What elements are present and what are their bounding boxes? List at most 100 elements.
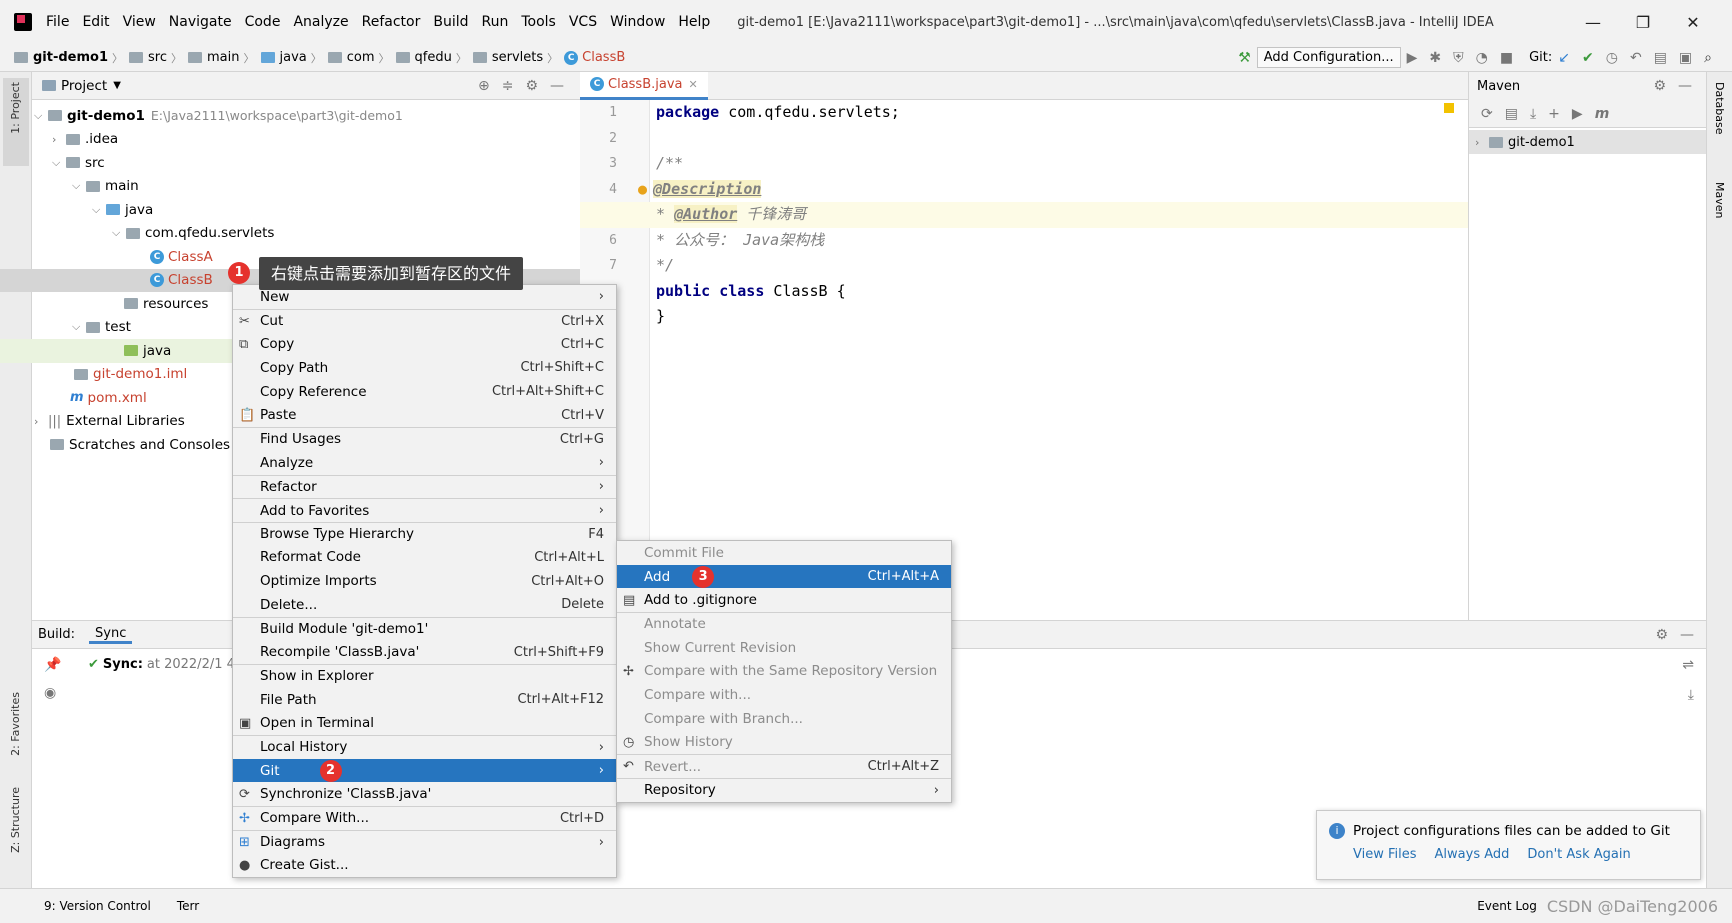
run-icon[interactable]: ▶ bbox=[1407, 50, 1418, 66]
git-commit-icon[interactable]: ✔ bbox=[1582, 50, 1594, 66]
menu-help[interactable]: Help bbox=[678, 14, 710, 30]
menu-window[interactable]: Window bbox=[610, 14, 665, 30]
git-show-history[interactable]: ◷ Show History bbox=[617, 731, 951, 755]
pin-icon[interactable]: 📌 bbox=[44, 657, 61, 673]
restore-icon[interactable]: ❐ bbox=[1618, 13, 1668, 32]
git-add[interactable]: Add 3 Ctrl+Alt+A bbox=[617, 564, 951, 589]
favorites-tool-tab[interactable]: 2: Favorites bbox=[9, 692, 22, 756]
database-tool-tab[interactable]: Database bbox=[1713, 82, 1726, 135]
git-history-icon[interactable]: ◷ bbox=[1606, 50, 1618, 66]
git-commit-file[interactable]: Commit File bbox=[617, 541, 951, 565]
menu-item-add-favorites[interactable]: Add to Favorites › bbox=[233, 498, 616, 522]
breadcrumb-java[interactable]: java bbox=[280, 50, 307, 65]
structure-tool-tab[interactable]: Z: Structure bbox=[9, 787, 22, 853]
menu-code[interactable]: Code bbox=[245, 14, 281, 30]
breadcrumb-servlets[interactable]: servlets bbox=[492, 50, 543, 65]
gear-icon[interactable]: ⚙ bbox=[1655, 627, 1668, 643]
debug-icon[interactable]: ✱ bbox=[1429, 50, 1441, 66]
menu-item-paste[interactable]: 📋 Paste Ctrl+V bbox=[233, 403, 616, 427]
scroll-end-icon[interactable]: ⤓ bbox=[1688, 687, 1694, 703]
coverage-icon[interactable]: ⛨ bbox=[1453, 50, 1464, 66]
maven-root-item[interactable]: › git-demo1 bbox=[1469, 130, 1706, 154]
maven-goal-icon[interactable]: m bbox=[1595, 106, 1610, 122]
menu-item-analyze[interactable]: Analyze › bbox=[233, 451, 616, 475]
download-icon[interactable]: ⤓ bbox=[1530, 106, 1536, 122]
close-icon[interactable]: ✕ bbox=[1668, 13, 1718, 32]
menu-refactor[interactable]: Refactor bbox=[362, 14, 421, 30]
terminal-tab[interactable]: Terr bbox=[177, 899, 199, 913]
project-tool-tab[interactable]: 1: Project bbox=[9, 82, 22, 134]
tree-item-src[interactable]: ⌵ src bbox=[32, 151, 580, 175]
eye-icon[interactable]: ◉ bbox=[44, 685, 56, 701]
menu-item-compare-with[interactable]: ✢ Compare With... Ctrl+D bbox=[233, 806, 616, 830]
menu-item-copy-reference[interactable]: Copy Reference Ctrl+Alt+Shift+C bbox=[233, 380, 616, 404]
breadcrumb-classb[interactable]: ClassB bbox=[582, 50, 625, 65]
build-hammer-icon[interactable]: ⚒ bbox=[1238, 50, 1251, 66]
gear-icon[interactable]: ⚙ bbox=[1653, 78, 1666, 94]
tree-item-project[interactable]: ⌵ git-demo1 E:\Java2111\workspace\part3\gi… bbox=[32, 104, 580, 128]
git-add-gitignore[interactable]: ▤ Add to .gitignore bbox=[617, 588, 951, 612]
tree-item-java[interactable]: ⌵ java bbox=[32, 198, 580, 222]
git-compare-same-repo[interactable]: ✢ Compare with the Same Repository Versio… bbox=[617, 659, 951, 683]
git-revert[interactable]: ↶ Revert... Ctrl+Alt+Z bbox=[617, 754, 951, 778]
event-log-tab[interactable]: Event Log bbox=[1477, 899, 1537, 913]
menu-run[interactable]: Run bbox=[482, 14, 509, 30]
git-annotate[interactable]: Annotate bbox=[617, 612, 951, 636]
breadcrumb-qfedu[interactable]: qfedu bbox=[415, 50, 452, 65]
menu-item-refactor[interactable]: Refactor › bbox=[233, 474, 616, 499]
add-icon[interactable]: + bbox=[1548, 106, 1560, 122]
locate-icon[interactable]: ⊕ bbox=[478, 78, 490, 94]
tab-sync[interactable]: Sync bbox=[89, 626, 133, 644]
hide-icon[interactable]: — bbox=[1678, 78, 1692, 94]
menu-item-local-history[interactable]: Local History › bbox=[233, 735, 616, 759]
menu-item-show-explorer[interactable]: Show in Explorer bbox=[233, 664, 616, 688]
menu-item-build-module[interactable]: Build Module 'git-demo1' bbox=[233, 616, 616, 641]
run-icon[interactable]: ▶ bbox=[1572, 106, 1583, 122]
menu-edit[interactable]: Edit bbox=[82, 14, 109, 30]
inspection-status-icon[interactable] bbox=[1444, 103, 1454, 113]
menu-vcs[interactable]: VCS bbox=[569, 14, 597, 30]
soft-wrap-icon[interactable]: ⇌ bbox=[1682, 657, 1694, 673]
git-show-current-revision[interactable]: Show Current Revision bbox=[617, 636, 951, 660]
profile-icon[interactable]: ◔ bbox=[1476, 50, 1488, 66]
hide-icon[interactable]: — bbox=[1680, 627, 1694, 643]
git-rollback-icon[interactable]: ↶ bbox=[1630, 50, 1642, 66]
menu-item-reformat[interactable]: Reformat Code Ctrl+Alt+L bbox=[233, 546, 616, 570]
menu-item-copy[interactable]: ⧉ Copy Ctrl+C bbox=[233, 332, 616, 356]
git-compare-with[interactable]: Compare with... bbox=[617, 683, 951, 707]
project-panel-title[interactable]: Project bbox=[61, 78, 107, 94]
reload-icon[interactable]: ⟳ bbox=[1481, 106, 1493, 122]
menu-item-optimize-imports[interactable]: Optimize Imports Ctrl+Alt+O bbox=[233, 569, 616, 593]
menu-tools[interactable]: Tools bbox=[521, 14, 556, 30]
project-structure-icon[interactable]: ▤ bbox=[1654, 50, 1667, 66]
tree-item-package[interactable]: ⌵ com.qfedu.servlets bbox=[32, 222, 580, 246]
menu-analyze[interactable]: Analyze bbox=[293, 14, 348, 30]
git-update-icon[interactable]: ↙ bbox=[1558, 50, 1570, 66]
maven-tool-tab[interactable]: Maven bbox=[1713, 182, 1726, 218]
lightbulb-icon[interactable]: ● bbox=[638, 180, 647, 198]
git-compare-branch[interactable]: Compare with Branch... bbox=[617, 707, 951, 731]
search-icon[interactable]: ⌕ bbox=[1704, 50, 1712, 66]
menu-view[interactable]: View bbox=[123, 14, 156, 30]
menu-file[interactable]: File bbox=[46, 14, 69, 30]
menu-item-browse-hierarchy[interactable]: Browse Type Hierarchy F4 bbox=[233, 521, 616, 546]
chevron-down-icon[interactable]: ▼ bbox=[113, 80, 121, 91]
menu-item-synchronize[interactable]: ⟳ Synchronize 'ClassB.java' bbox=[233, 782, 616, 806]
breadcrumb-com[interactable]: com bbox=[347, 50, 375, 65]
tree-item-main[interactable]: ⌵ main bbox=[32, 175, 580, 199]
menu-navigate[interactable]: Navigate bbox=[169, 14, 232, 30]
add-configuration-button[interactable]: Add Configuration... bbox=[1256, 47, 1401, 68]
menu-item-find-usages[interactable]: Find Usages Ctrl+G bbox=[233, 427, 616, 451]
dont-ask-again-link[interactable]: Don't Ask Again bbox=[1527, 847, 1630, 862]
menu-item-diagrams[interactable]: ⊞ Diagrams › bbox=[233, 829, 616, 854]
menu-item-file-path[interactable]: File Path Ctrl+Alt+F12 bbox=[233, 688, 616, 712]
tree-item-idea[interactable]: › .idea bbox=[32, 128, 580, 152]
breadcrumb-project[interactable]: git-demo1 bbox=[33, 50, 108, 65]
breadcrumb-main[interactable]: main bbox=[207, 50, 239, 65]
collapse-icon[interactable]: ≑ bbox=[502, 78, 514, 94]
menu-item-git[interactable]: Git 2 › bbox=[233, 758, 616, 783]
close-tab-icon[interactable]: ✕ bbox=[689, 78, 698, 91]
menu-item-copy-path[interactable]: Copy Path Ctrl+Shift+C bbox=[233, 356, 616, 380]
menu-item-create-gist[interactable]: ● Create Gist... bbox=[233, 854, 616, 878]
menu-item-recompile[interactable]: Recompile 'ClassB.java' Ctrl+Shift+F9 bbox=[233, 640, 616, 664]
